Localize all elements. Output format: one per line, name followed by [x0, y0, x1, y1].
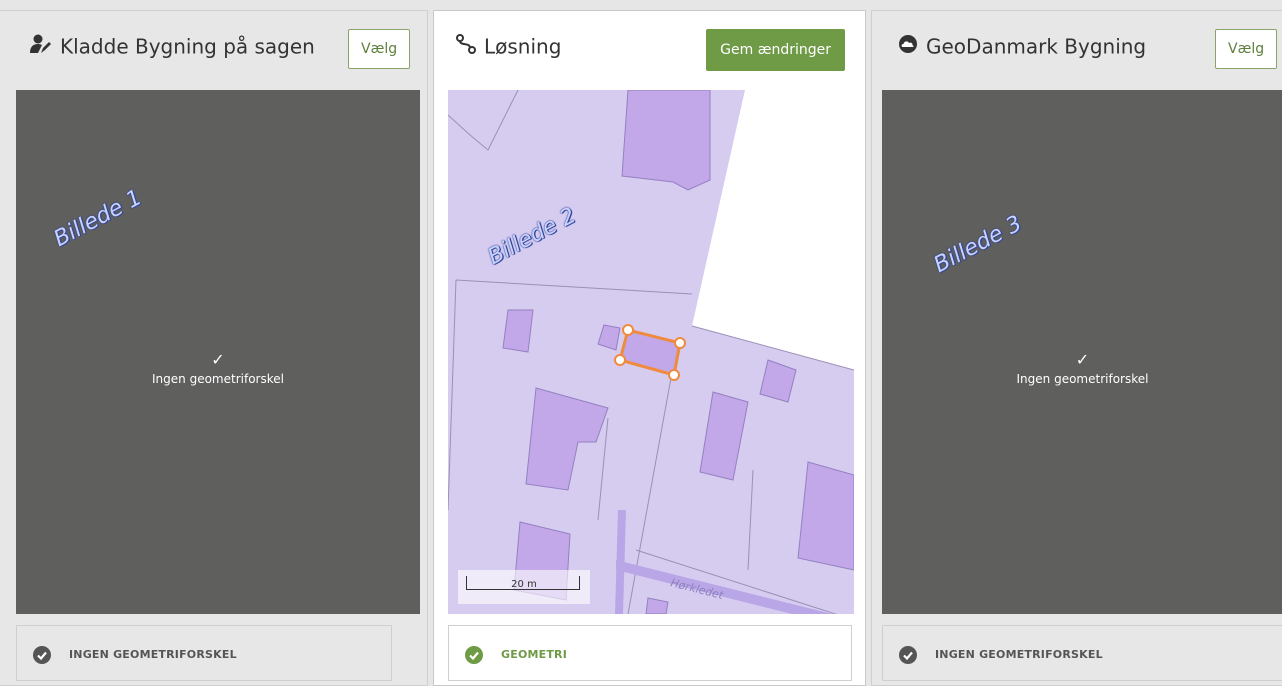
check-circle-icon — [899, 645, 917, 664]
route-icon — [456, 34, 476, 59]
select-button[interactable]: Vælg — [348, 29, 411, 69]
building — [797, 461, 854, 571]
solution-map-view[interactable]: Hørkledet Billede 2 20 m — [448, 90, 854, 614]
right-panel: GeoDanmark Bygning Vælg Billede 3 ✓ Inge… — [871, 10, 1282, 686]
right-panel-title: GeoDanmark Bygning — [898, 33, 1146, 59]
middle-panel-header: Løsning Gem ændringer — [434, 11, 865, 91]
select-button[interactable]: Vælg — [1215, 29, 1278, 69]
check-icon: ✓ — [1075, 350, 1090, 369]
scale-bar: 20 m — [458, 570, 590, 604]
middle-panel: Løsning Gem ændringer Hørkledet Billede … — [433, 10, 866, 686]
no-difference-message: ✓ Ingen geometriforskel — [16, 350, 420, 386]
message-text: Ingen geometriforskel — [1016, 372, 1149, 386]
footer-status-text: INGEN GEOMETRIFORSKEL — [69, 648, 237, 661]
right-footer-status: INGEN GEOMETRIFORSKEL — [882, 625, 1282, 681]
left-map-view[interactable]: Billede 1 ✓ Ingen geometriforskel — [16, 90, 420, 614]
left-panel-header: Kladde Bygning på sagen Vælg — [0, 11, 427, 91]
right-map-view[interactable]: Billede 3 ✓ Ingen geometriforskel — [882, 90, 1282, 614]
no-difference-message: ✓ Ingen geometriforskel — [882, 350, 1282, 386]
check-icon: ✓ — [211, 350, 225, 369]
left-panel-title-text: Kladde Bygning på sagen — [60, 34, 315, 59]
left-footer-status: INGEN GEOMETRIFORSKEL — [16, 625, 392, 681]
left-panel: Kladde Bygning på sagen Vælg Billede 1 ✓… — [0, 10, 428, 686]
scale-label: 20 m — [511, 579, 537, 590]
save-changes-button[interactable]: Gem ændringer — [706, 29, 845, 71]
footer-status-text: INGEN GEOMETRIFORSKEL — [935, 648, 1103, 661]
middle-footer-status: GEOMETRI — [448, 625, 852, 681]
middle-panel-title: Løsning — [456, 33, 561, 59]
footer-status-text: GEOMETRI — [501, 648, 568, 661]
cloud-icon — [898, 34, 918, 59]
middle-panel-title-text: Løsning — [484, 34, 562, 59]
right-panel-title-text: GeoDanmark Bygning — [926, 34, 1147, 59]
overlay-label: Billede 3 — [930, 211, 1027, 279]
overlay-label: Billede 1 — [50, 185, 147, 253]
check-circle-icon — [465, 645, 483, 664]
building — [502, 309, 534, 353]
map-canvas: Hørkledet — [448, 90, 854, 614]
message-text: Ingen geometriforskel — [152, 372, 284, 386]
left-panel-title: Kladde Bygning på sagen — [30, 33, 315, 59]
check-circle-icon — [33, 645, 51, 664]
right-panel-header: GeoDanmark Bygning Vælg — [872, 11, 1282, 91]
edit-user-icon — [30, 34, 52, 59]
